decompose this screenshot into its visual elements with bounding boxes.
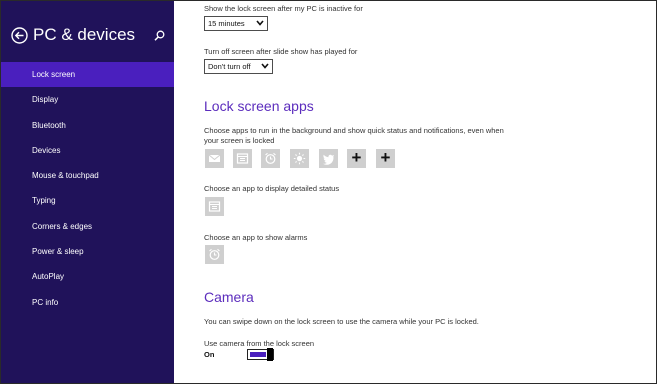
chevron-down-icon bbox=[261, 63, 269, 69]
twitter-icon bbox=[323, 154, 334, 165]
sidebar-item-typing[interactable]: Typing bbox=[1, 188, 174, 213]
sidebar-item-devices[interactable]: Devices bbox=[1, 138, 174, 163]
toggle-fill bbox=[250, 352, 266, 357]
alarm-icon bbox=[265, 152, 276, 164]
sidebar-item-bluetooth[interactable]: Bluetooth bbox=[1, 113, 174, 138]
sidebar-item-pc-info[interactable]: PC info bbox=[1, 290, 174, 315]
camera-description: You can swipe down on the lock screen to… bbox=[204, 317, 479, 326]
calendar-icon bbox=[236, 153, 249, 164]
chevron-down-icon bbox=[256, 20, 264, 26]
lock-inactive-dropdown[interactable]: 15 minutes bbox=[204, 16, 268, 31]
sidebar-title: PC & devices bbox=[33, 25, 136, 44]
search-icon[interactable] bbox=[154, 30, 165, 41]
sidebar-item-power-sleep[interactable]: Power & sleep bbox=[1, 239, 174, 264]
weather-icon bbox=[293, 152, 306, 165]
quick-status-app-alarms[interactable] bbox=[261, 149, 280, 168]
lock-inactive-label: Show the lock screen after my PC is inac… bbox=[204, 4, 363, 13]
camera-heading: Camera bbox=[204, 289, 254, 305]
alarms-app[interactable] bbox=[205, 245, 224, 264]
lock-inactive-value: 15 minutes bbox=[208, 19, 245, 28]
sidebar-menu: Lock screen Display Bluetooth Devices Mo… bbox=[1, 62, 174, 315]
sidebar-item-corners-edges[interactable]: Corners & edges bbox=[1, 214, 174, 239]
slideshow-value: Don't turn off bbox=[208, 62, 251, 71]
sidebar-item-autoplay[interactable]: AutoPlay bbox=[1, 264, 174, 289]
sidebar-item-display[interactable]: Display bbox=[1, 87, 174, 112]
add-quick-status-app-button[interactable]: + bbox=[376, 149, 395, 168]
settings-window: PC & devices Lock screen Display Bluetoo… bbox=[0, 0, 657, 384]
camera-toggle-label: Use camera from the lock screen bbox=[204, 339, 315, 348]
sidebar-header: PC & devices bbox=[11, 25, 166, 53]
quick-status-app-weather[interactable] bbox=[290, 149, 309, 168]
lock-apps-heading: Lock screen apps bbox=[204, 98, 314, 114]
alarm-icon bbox=[209, 248, 220, 260]
detailed-status-label: Choose an app to display detailed status bbox=[204, 184, 340, 193]
add-quick-status-app-button[interactable]: + bbox=[347, 149, 366, 168]
back-arrow-icon[interactable] bbox=[11, 27, 28, 44]
quick-status-app-mail[interactable] bbox=[205, 149, 224, 168]
quick-status-app-calendar[interactable] bbox=[233, 149, 252, 168]
calendar-icon bbox=[208, 201, 221, 212]
camera-toggle-state: On bbox=[204, 350, 215, 359]
toggle-thumb[interactable] bbox=[267, 348, 273, 361]
sidebar: PC & devices Lock screen Display Bluetoo… bbox=[1, 1, 174, 383]
slideshow-dropdown[interactable]: Don't turn off bbox=[204, 59, 273, 74]
main-content: Show the lock screen after my PC is inac… bbox=[174, 1, 656, 383]
mail-icon bbox=[208, 154, 221, 162]
lock-apps-description: Choose apps to run in the background and… bbox=[204, 126, 504, 145]
detailed-status-app[interactable] bbox=[205, 197, 224, 216]
slideshow-label: Turn off screen after slide show has pla… bbox=[204, 47, 358, 56]
sidebar-item-mouse-touchpad[interactable]: Mouse & touchpad bbox=[1, 163, 174, 188]
quick-status-app-twitter[interactable] bbox=[319, 149, 338, 168]
camera-toggle-switch[interactable] bbox=[247, 348, 274, 361]
sidebar-item-lock-screen[interactable]: Lock screen bbox=[1, 62, 174, 88]
alarms-label: Choose an app to show alarms bbox=[204, 233, 308, 242]
